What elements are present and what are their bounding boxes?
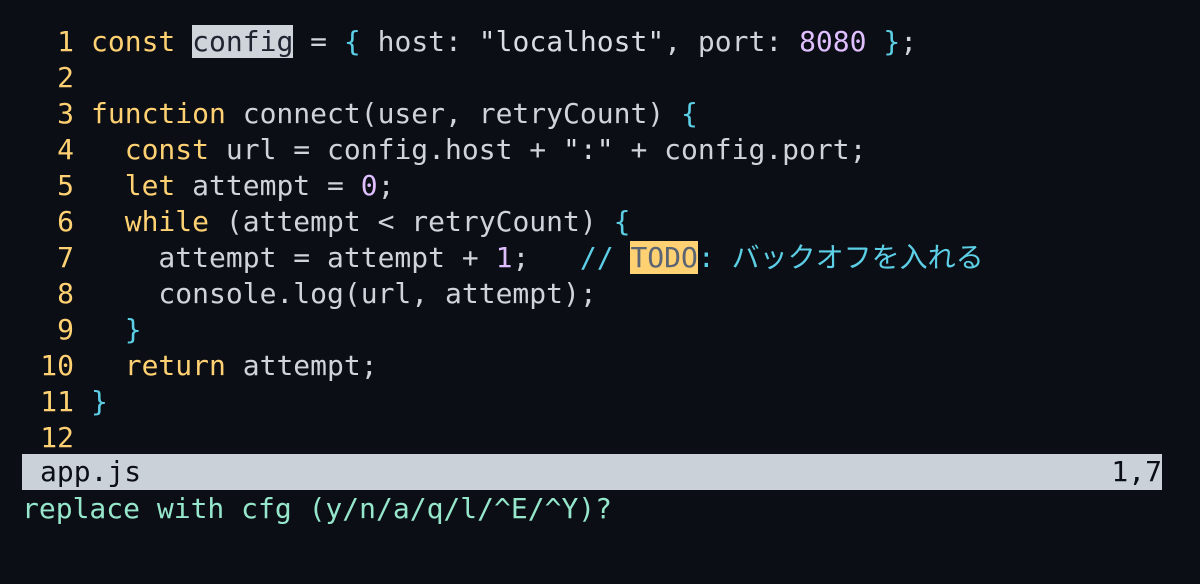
line-number: 11 xyxy=(40,385,74,418)
line-text[interactable]: const config = { host: "localhost", port… xyxy=(91,24,917,60)
code-line[interactable]: 1 const config = { host: "localhost", por… xyxy=(0,24,1200,60)
line-text[interactable]: const url = config.host + ":" + config.p… xyxy=(91,132,867,168)
line-number: 2 xyxy=(57,61,74,94)
status-cursor-position: 1,7 xyxy=(1111,455,1162,488)
line-text[interactable]: let attempt = 0; xyxy=(91,168,395,204)
search-match: config xyxy=(192,25,294,58)
code-token: } xyxy=(124,313,142,346)
code-line[interactable]: 8 console.log(url, attempt); xyxy=(0,276,1200,312)
code-token: { xyxy=(681,97,698,130)
code-token: , port: xyxy=(664,25,800,58)
line-number: 9 xyxy=(57,313,74,346)
line-number: 10 xyxy=(40,349,74,382)
code-token: const xyxy=(91,25,176,58)
line-number: 12 xyxy=(40,421,74,454)
code-line[interactable]: 9 } xyxy=(0,312,1200,348)
line-number: 5 xyxy=(57,169,74,202)
code-token: { xyxy=(613,205,631,238)
code-token: 0 xyxy=(360,169,378,202)
code-token: ":" xyxy=(563,133,614,166)
code-token: ; xyxy=(512,241,580,274)
code-token: while xyxy=(124,205,210,238)
code-token: let xyxy=(124,169,176,202)
code-line[interactable]: 2 xyxy=(0,60,1200,96)
code-token: : バックオフを入れる xyxy=(697,241,984,274)
line-text[interactable]: while (attempt < retryCount) { xyxy=(91,204,631,240)
code-line[interactable]: 3 function connect(user, retryCount) { xyxy=(0,96,1200,132)
code-token: "localhost" xyxy=(478,25,665,58)
code-token: host: xyxy=(360,25,479,58)
code-line[interactable]: 5 let attempt = 0; xyxy=(0,168,1200,204)
code-token: { xyxy=(343,25,361,58)
line-text[interactable]: attempt = attempt + 1; // TODO: バックオフを入れ… xyxy=(91,240,984,276)
code-line[interactable]: 7 attempt = attempt + 1; // TODO: バックオフを… xyxy=(0,240,1200,276)
line-text[interactable]: } xyxy=(91,384,108,420)
code-token: attempt = xyxy=(175,169,361,202)
line-number: 6 xyxy=(57,205,74,238)
todo-highlight: TODO xyxy=(630,241,698,274)
code-line[interactable]: 6 while (attempt < retryCount) { xyxy=(0,204,1200,240)
code-token: const xyxy=(124,133,210,166)
code-line[interactable]: 11} xyxy=(0,384,1200,420)
code-token: function xyxy=(91,97,226,130)
status-filename: app.js xyxy=(40,455,142,488)
code-token: 1 xyxy=(495,241,513,274)
code-token: return xyxy=(124,349,226,382)
code-token: ; xyxy=(900,25,918,58)
code-token: } xyxy=(883,25,901,58)
code-token: // xyxy=(579,241,631,274)
line-number: 8 xyxy=(57,277,74,310)
code-token: + config.port; xyxy=(613,133,867,166)
code-line[interactable]: 10 return attempt; xyxy=(0,348,1200,384)
code-line[interactable]: 12 xyxy=(0,420,1200,456)
code-token: ; xyxy=(377,169,395,202)
code-token: url = config.host + xyxy=(209,133,564,166)
line-number: 3 xyxy=(57,97,74,130)
line-number: 7 xyxy=(57,241,74,274)
code-line[interactable]: 4 const url = config.host + ":" + config… xyxy=(0,132,1200,168)
command-line-prompt[interactable]: replace with cfg (y/n/a/q/l/^E/^Y)? xyxy=(22,491,612,527)
code-token: attempt; xyxy=(225,349,378,382)
code-token: } xyxy=(91,385,108,418)
code-token: = xyxy=(293,25,344,58)
code-token: attempt = attempt + xyxy=(91,241,496,274)
line-text[interactable]: function connect(user, retryCount) { xyxy=(91,96,698,132)
line-number: 1 xyxy=(57,25,74,58)
line-text[interactable]: console.log(url, attempt); xyxy=(91,276,597,312)
status-line: app.js 1,7 xyxy=(22,454,1162,490)
line-text[interactable]: return attempt; xyxy=(91,348,378,384)
line-text[interactable]: } xyxy=(91,312,142,348)
code-token: (attempt < retryCount) xyxy=(209,205,614,238)
code-token: console.log(url, attempt); xyxy=(91,277,597,310)
code-editor[interactable]: 1 const config = { host: "localhost", por… xyxy=(0,0,1200,584)
code-token: connect(user, retryCount) xyxy=(225,97,682,130)
code-token: 8080 xyxy=(799,25,867,58)
line-number: 4 xyxy=(57,133,74,166)
